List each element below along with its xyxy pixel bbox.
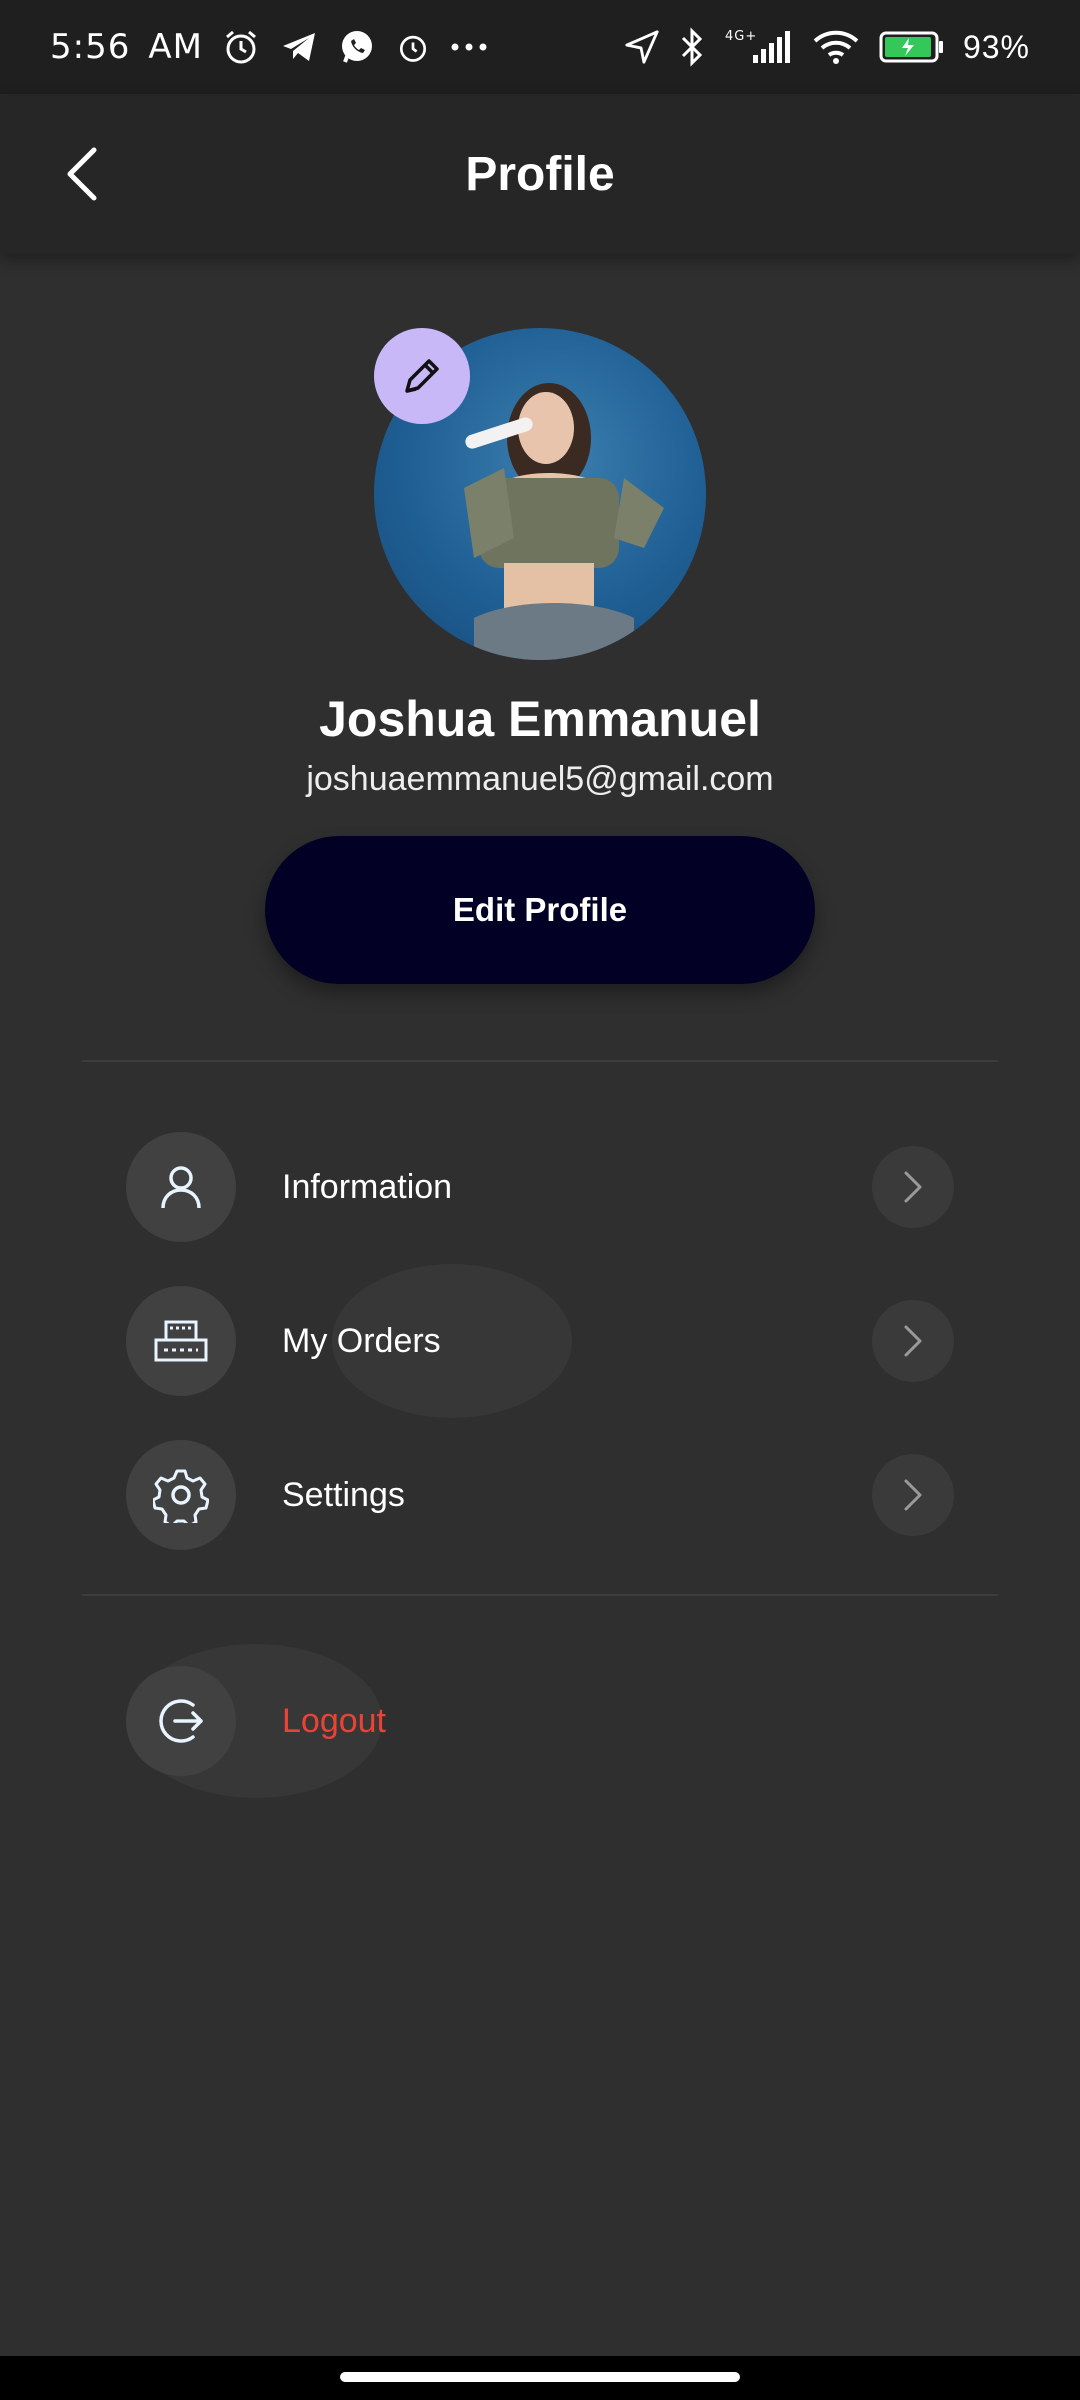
user-email: joshuaemmanuel5@gmail.com [306,760,774,798]
app-bar: Profile [0,94,1080,254]
status-time: 5:56 [50,27,131,67]
menu-item-information[interactable]: Information [126,1132,954,1242]
home-indicator[interactable] [340,2372,740,2382]
menu-icon-settings [126,1440,236,1550]
telegram-icon [279,27,319,67]
logout-label: Logout [282,1701,386,1740]
wifi-icon [811,27,861,67]
network-type-label: 4G+ [725,29,757,44]
avatar-container [374,328,706,660]
chevron-button-information[interactable] [872,1146,954,1228]
whatsapp-icon [337,27,377,67]
chevron-left-icon [67,147,97,201]
clock-icon [395,29,431,65]
menu-item-my-orders[interactable]: My Orders [126,1286,954,1396]
status-ampm: AM [148,27,203,67]
page-title: Profile [465,147,615,201]
menu-icon-information [126,1132,236,1242]
status-left: 5:56 AM [50,27,489,67]
user-name: Joshua Emmanuel [319,691,761,747]
chevron-right-icon [904,1325,922,1357]
edit-profile-button[interactable]: Edit Profile [265,836,815,984]
location-icon [623,28,661,66]
signal-icon: 4G+ [723,27,793,67]
menu-icon-logout [126,1666,236,1776]
battery-icon [879,29,945,65]
bluetooth-icon [679,27,705,67]
orders-icon [154,1320,208,1362]
chevron-right-icon [904,1479,922,1511]
menu-label-settings: Settings [282,1475,405,1514]
status-bar: 5:56 AM 4G+ 93% [0,0,1080,94]
menu-item-settings[interactable]: Settings [126,1440,954,1550]
battery-percentage: 93% [962,28,1030,65]
chevron-button-settings[interactable] [872,1454,954,1536]
chevron-button-my-orders[interactable] [872,1300,954,1382]
menu-label-my-orders: My Orders [282,1321,441,1360]
logout-item[interactable]: Logout [126,1666,954,1776]
more-notifications-icon [449,41,489,53]
menu-label-information: Information [282,1167,453,1206]
pencil-icon [405,359,439,393]
menu-icon-my-orders [126,1286,236,1396]
alarm-icon [221,27,261,67]
chevron-right-icon [904,1171,922,1203]
user-icon [161,1166,201,1209]
edit-avatar-button[interactable] [374,328,470,424]
status-right: 4G+ 93% [623,27,1030,67]
gear-icon [153,1469,209,1523]
back-button[interactable] [42,134,122,214]
divider-top [82,1060,998,1062]
logout-icon [159,1699,203,1743]
divider-bottom [82,1594,998,1596]
